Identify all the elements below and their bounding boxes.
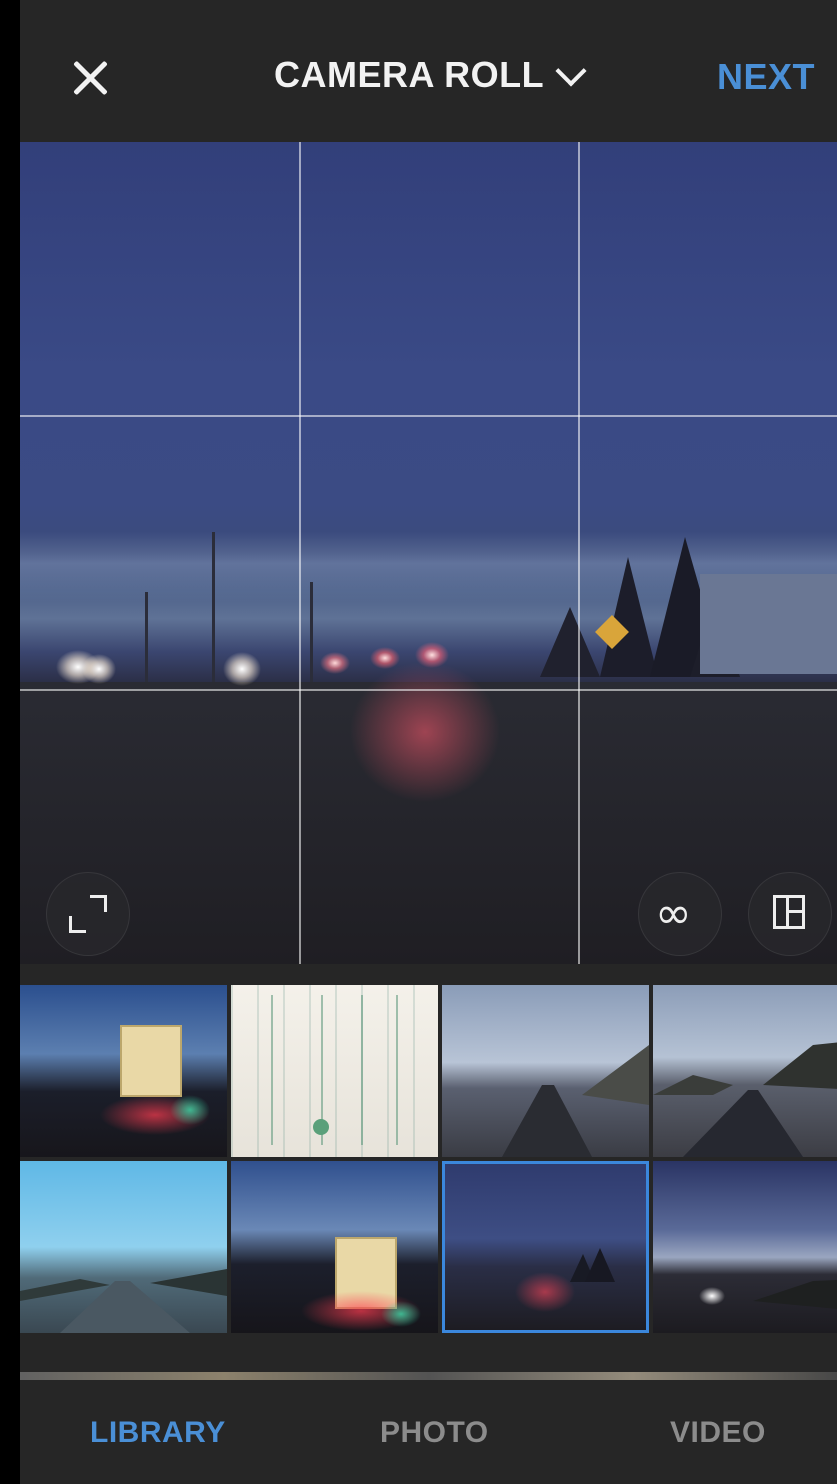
thumbnail[interactable]	[231, 985, 438, 1157]
thumbnail[interactable]	[20, 985, 227, 1157]
chevron-down-icon	[555, 55, 587, 87]
tab-photo[interactable]: PHOTO	[380, 1416, 489, 1450]
grid-line	[20, 415, 837, 417]
next-button[interactable]: NEXT	[717, 56, 815, 98]
expand-icon	[69, 895, 107, 933]
preview-image	[20, 142, 837, 964]
mode-tabs: LIBRARY PHOTO VIDEO	[20, 1380, 837, 1484]
tab-video[interactable]: VIDEO	[670, 1416, 766, 1450]
next-row-peek	[20, 1372, 837, 1380]
album-selector[interactable]: CAMERA ROLL	[274, 54, 587, 96]
expand-button[interactable]	[46, 872, 130, 956]
photo-preview[interactable]: ∞	[20, 142, 837, 964]
app-frame: CAMERA ROLL NEXT ∞ LIBRARY PHOTO VIDEO	[20, 0, 837, 1484]
thumbnail[interactable]	[442, 985, 649, 1157]
thumbnail[interactable]	[653, 985, 837, 1157]
thumbnail-grid	[20, 985, 837, 1375]
infinity-icon: ∞	[655, 888, 692, 939]
layout-icon	[773, 895, 805, 929]
thumbnail[interactable]	[20, 1161, 227, 1333]
thumbnail[interactable]	[231, 1161, 438, 1333]
grid-line	[20, 689, 837, 691]
tab-library[interactable]: LIBRARY	[90, 1416, 226, 1450]
layout-button[interactable]	[748, 872, 832, 956]
grid-line	[578, 142, 580, 964]
thumbnail-selected[interactable]	[442, 1161, 649, 1333]
grid-line	[299, 142, 301, 964]
thumbnail[interactable]	[653, 1161, 837, 1333]
album-title: CAMERA ROLL	[274, 54, 545, 95]
close-icon[interactable]	[68, 56, 112, 100]
boomerang-button[interactable]: ∞	[638, 872, 722, 956]
building	[700, 574, 837, 674]
top-bar: CAMERA ROLL NEXT	[20, 0, 837, 142]
